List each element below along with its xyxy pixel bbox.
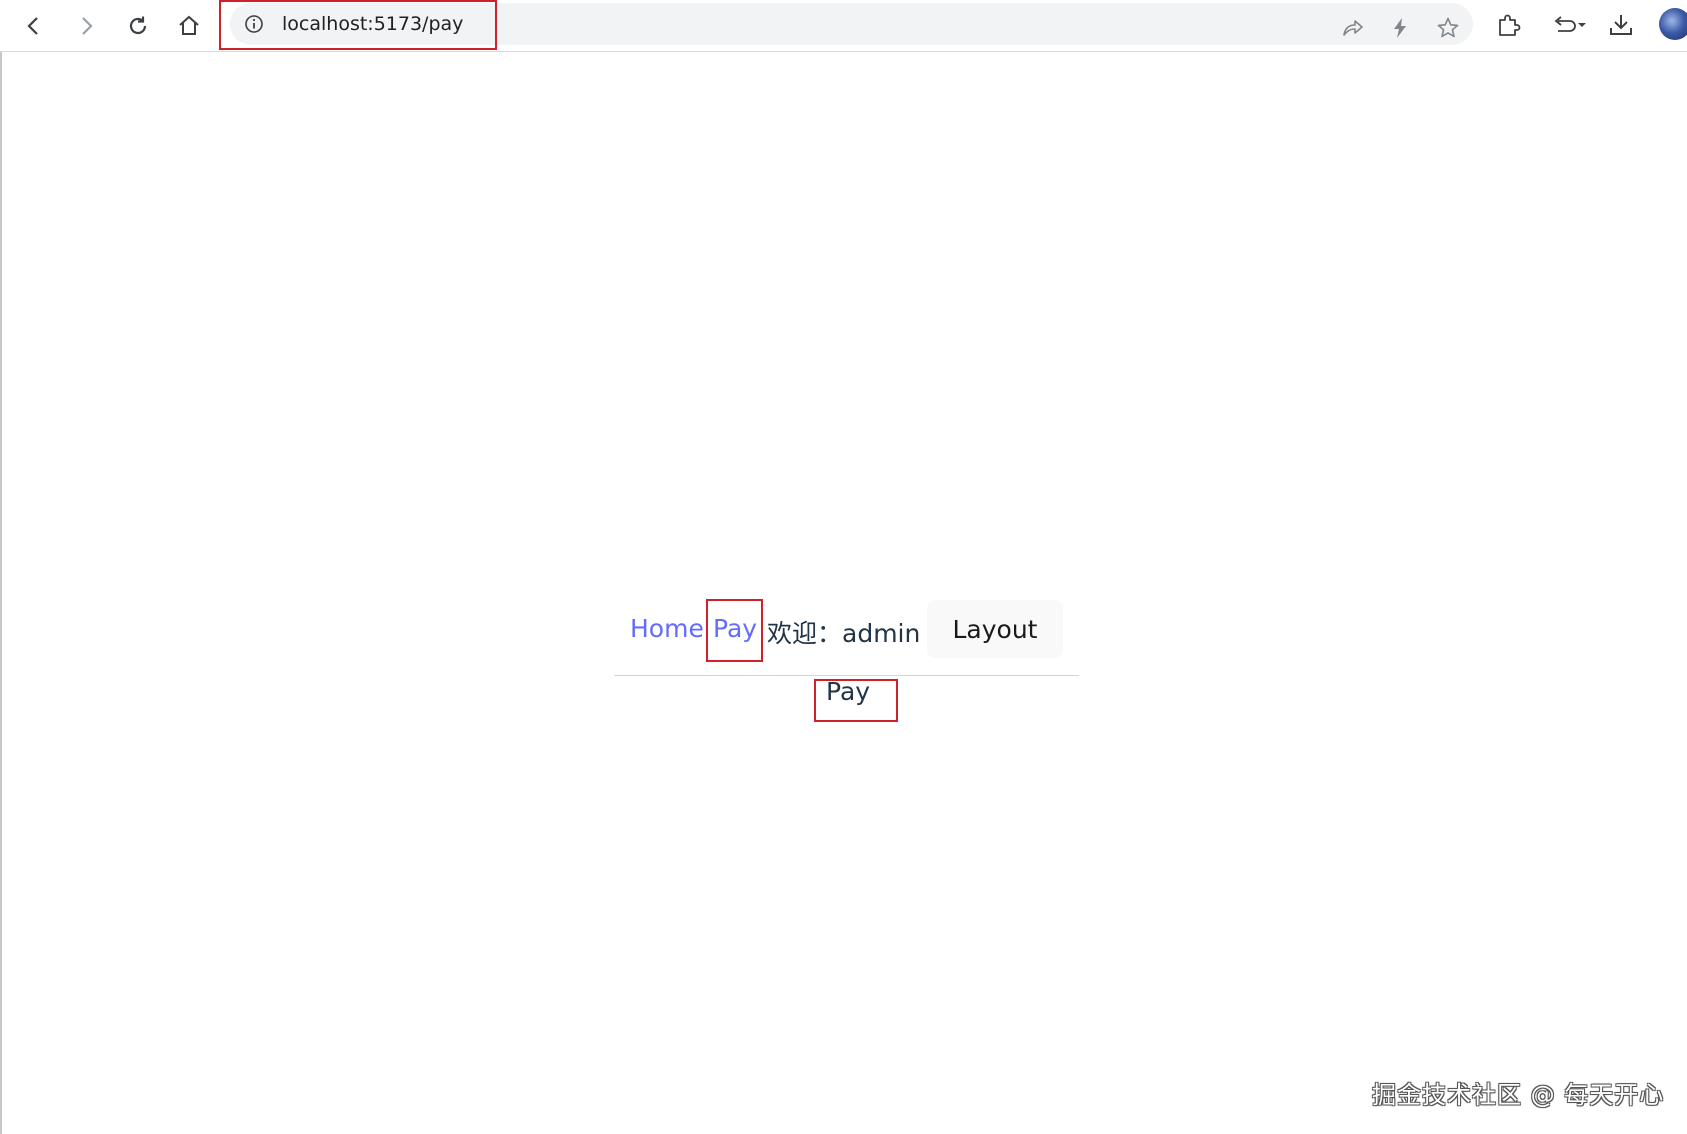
- share-icon: [1343, 20, 1363, 36]
- star-icon: [1437, 17, 1459, 38]
- annotation-box-url: [219, 0, 497, 50]
- layout-button[interactable]: Layout: [927, 600, 1063, 658]
- undo-icon: [1554, 16, 1586, 32]
- bookmark-button[interactable]: [1433, 13, 1463, 43]
- reload-icon: [129, 16, 147, 35]
- home-button[interactable]: [173, 10, 205, 42]
- extensions-button[interactable]: [1491, 8, 1525, 42]
- reload-button[interactable]: [122, 10, 154, 42]
- avatar[interactable]: [1659, 8, 1687, 40]
- history-button[interactable]: [1547, 8, 1593, 42]
- annotation-box-pay-link: [706, 599, 763, 662]
- download-icon: [1610, 15, 1632, 35]
- arrow-right-icon: [82, 17, 93, 35]
- back-button[interactable]: [18, 10, 50, 42]
- download-button[interactable]: [1604, 8, 1638, 42]
- app-nav: Home Pay 欢迎：admin Layout: [614, 598, 1079, 676]
- annotation-box-pay-view: [814, 679, 898, 722]
- arrow-left-icon: [27, 17, 38, 35]
- puzzle-icon: [1499, 14, 1521, 36]
- lightning-icon: [1394, 18, 1406, 38]
- watermark: 掘金技术社区 @ 每天开心: [1372, 1081, 1665, 1109]
- lightning-button[interactable]: [1385, 13, 1415, 43]
- home-icon: [179, 15, 199, 35]
- nav-link-home[interactable]: Home: [630, 614, 704, 643]
- share-button[interactable]: [1338, 13, 1368, 43]
- window-edge: [0, 52, 2, 1134]
- welcome-text: 欢迎：admin: [767, 619, 921, 648]
- forward-button[interactable]: [70, 10, 102, 42]
